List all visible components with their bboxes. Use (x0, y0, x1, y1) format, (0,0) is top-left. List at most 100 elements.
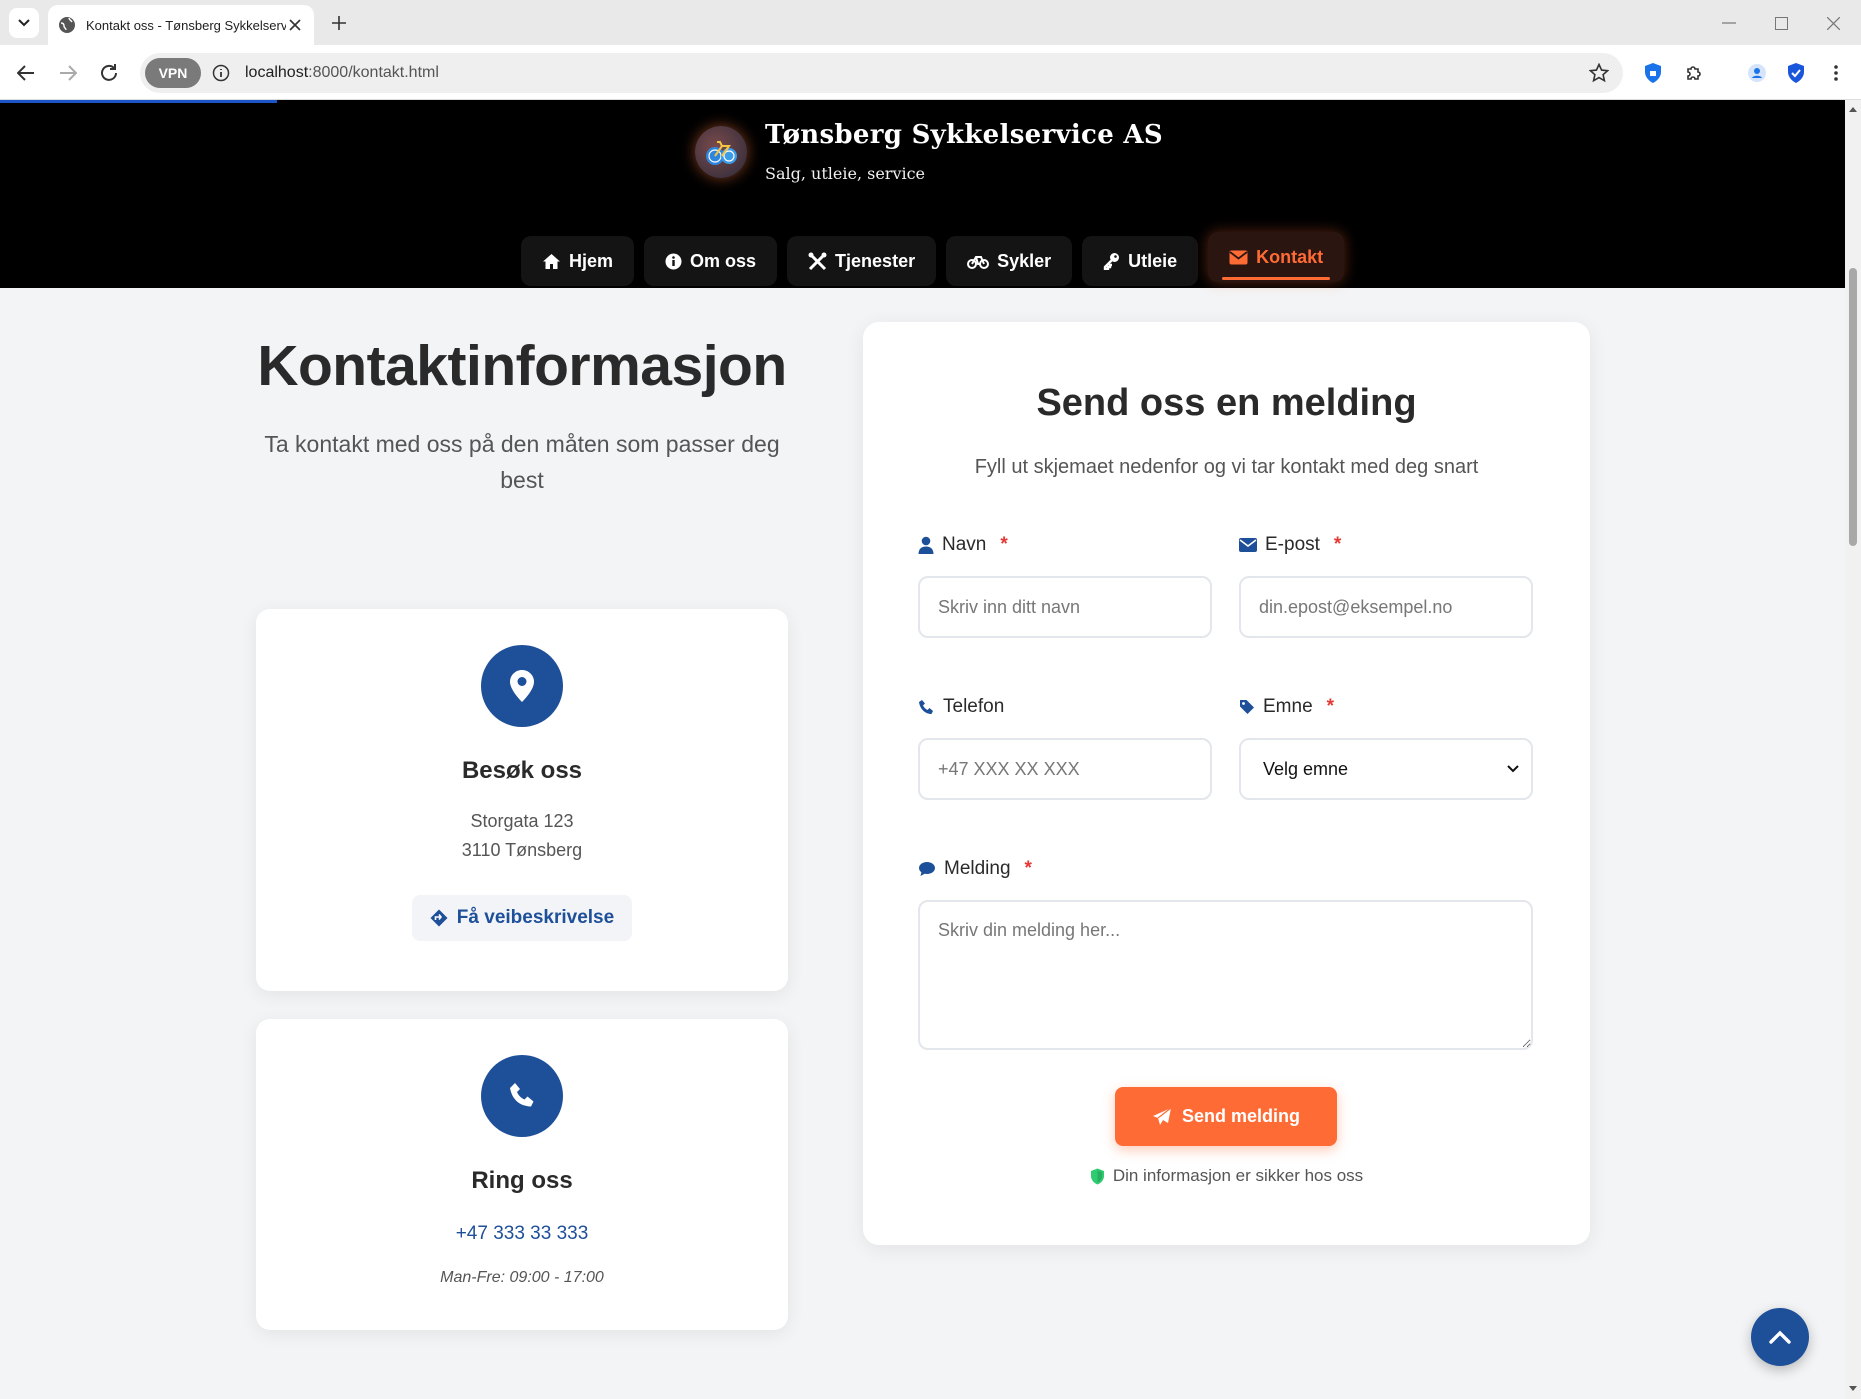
close-icon (1826, 16, 1840, 30)
name-input[interactable] (918, 576, 1212, 638)
minimize-icon (1722, 22, 1736, 24)
message-textarea[interactable] (918, 900, 1533, 1050)
tab-search-button[interactable] (9, 8, 39, 38)
call-title: Ring oss (471, 1167, 573, 1194)
chevron-down-icon (18, 19, 30, 27)
browser-tab-strip: Kontakt oss - Tønsberg Sykkelserv (0, 0, 1861, 45)
site-header: Tønsberg Sykkelservice AS Salg, utleie, … (0, 100, 1845, 288)
maximize-button[interactable] (1767, 10, 1795, 36)
bicycle-logo-icon (706, 141, 737, 165)
shield-check-icon (1788, 63, 1804, 83)
globe-icon (59, 17, 75, 33)
arrow-left-icon (17, 65, 34, 81)
tab-title: Kontakt oss - Tønsberg Sykkelserv (86, 17, 286, 33)
directions-button[interactable]: Få veibeskrivelse (411, 895, 633, 941)
address-line-2: 3110 Tønsberg (461, 840, 583, 860)
contact-subtitle: Ta kontakt med oss på den måten som pass… (264, 431, 780, 493)
email-label: E-post * (1239, 534, 1341, 556)
phone-label: Telefon (918, 696, 1004, 718)
nav-item-sykler[interactable]: Sykler (946, 236, 1073, 286)
envelope-icon (1229, 250, 1248, 264)
key-icon (1103, 253, 1120, 270)
subject-label: Emne * (1239, 696, 1334, 718)
nav-item-om-oss[interactable]: Om oss (644, 236, 778, 286)
extensions-button[interactable] (1678, 57, 1710, 89)
url-text: localhost:8000/kontakt.html (245, 64, 439, 81)
tools-icon (808, 252, 827, 270)
profile-icon (1748, 64, 1766, 82)
security-extension-button[interactable] (1780, 57, 1812, 89)
scroll-up-arrow-icon[interactable] (1848, 104, 1858, 114)
directions-icon (430, 909, 448, 927)
message-label: Melding * (918, 858, 1032, 880)
paper-plane-icon (1152, 1107, 1172, 1125)
address-bar[interactable]: VPN localhost:8000/kontakt.html (140, 53, 1623, 93)
vpn-badge[interactable]: VPN (145, 58, 201, 88)
tag-icon (1240, 700, 1254, 714)
nav-item-kontakt[interactable]: Kontakt (1208, 232, 1345, 282)
shield-icon (1090, 1168, 1104, 1184)
call-card: Ring oss +47 333 33 333 Man-Fre: 09:00 -… (256, 1019, 788, 1330)
new-tab-button[interactable] (326, 10, 352, 36)
profile-button[interactable] (1741, 57, 1773, 89)
nav-item-hjem[interactable]: Hjem (521, 236, 635, 286)
visit-card: Besøk oss Storgata 123 3110 Tønsberg Få … (256, 609, 788, 991)
reload-button[interactable] (93, 57, 125, 89)
secure-note: Din informasjon er sikker hos oss (863, 1166, 1590, 1186)
arrow-right-icon (60, 65, 77, 81)
chevron-up-icon (1769, 1330, 1791, 1344)
phone-icon (919, 699, 933, 714)
page-scrollbar[interactable] (1845, 100, 1861, 1399)
browser-toolbar: VPN localhost:8000/kontakt.html (0, 45, 1861, 100)
bicycle-icon (967, 255, 990, 269)
address-line-1: Storgata 123 (470, 811, 574, 831)
plus-icon (332, 16, 346, 30)
home-icon (543, 253, 560, 269)
site-logo[interactable] (695, 126, 747, 178)
form-subtitle: Fyll ut skjemaet nedenfor og vi tar kont… (974, 456, 1479, 478)
phone-input[interactable] (918, 738, 1212, 800)
email-input[interactable] (1239, 576, 1533, 638)
extension-shield-button[interactable] (1637, 57, 1669, 89)
minimize-button[interactable] (1715, 10, 1743, 36)
comment-icon (919, 862, 935, 876)
chevron-down-icon (1507, 765, 1519, 773)
user-icon (918, 536, 934, 554)
map-pin-icon (481, 645, 563, 727)
back-button[interactable] (10, 57, 42, 89)
nav-item-utleie[interactable]: Utleie (1082, 236, 1199, 286)
maximize-icon (1774, 16, 1788, 30)
page-viewport: Tønsberg Sykkelservice AS Salg, utleie, … (0, 100, 1845, 1399)
subject-select[interactable]: Velg emne (1239, 738, 1533, 800)
name-label: Navn * (918, 534, 1008, 556)
send-message-button[interactable]: Send melding (1115, 1087, 1337, 1146)
main-navigation: Hjem Om oss Tjenester Sykler Utleie Kont… (521, 232, 1345, 286)
form-title: Send oss en melding (1036, 382, 1417, 424)
scroll-thumb[interactable] (1849, 268, 1857, 546)
back-to-top-button[interactable] (1751, 1308, 1809, 1366)
browser-menu-button[interactable] (1820, 57, 1852, 89)
phone-link[interactable]: +47 333 33 333 (256, 1223, 788, 1245)
phone-icon (481, 1055, 563, 1137)
scroll-down-arrow-icon[interactable] (1848, 1384, 1858, 1394)
contact-info-section: Kontaktinformasjon Ta kontakt med oss på… (256, 290, 788, 498)
site-tagline: Salg, utleie, service (765, 164, 926, 183)
opening-hours: Man-Fre: 09:00 - 17:00 (440, 1269, 604, 1286)
forward-button[interactable] (52, 57, 84, 89)
reload-icon (101, 64, 117, 81)
puzzle-icon (1687, 66, 1701, 80)
more-vertical-icon (1834, 65, 1838, 81)
envelope-icon (1239, 538, 1257, 552)
browser-tab[interactable]: Kontakt oss - Tønsberg Sykkelserv (48, 5, 314, 45)
site-title[interactable]: Tønsberg Sykkelservice AS (765, 120, 1163, 150)
close-tab-icon[interactable] (286, 16, 304, 34)
page-load-progress (0, 100, 277, 103)
site-info-icon[interactable] (211, 63, 231, 83)
info-icon (665, 253, 682, 269)
contact-form-card: Send oss en melding Fyll ut skjemaet ned… (863, 322, 1590, 1245)
nav-item-tjenester[interactable]: Tjenester (787, 236, 937, 286)
bookmark-star-icon[interactable] (1587, 61, 1611, 85)
close-window-button[interactable] (1819, 10, 1847, 36)
shield-icon (1645, 63, 1661, 83)
visit-title: Besøk oss (461, 757, 583, 784)
